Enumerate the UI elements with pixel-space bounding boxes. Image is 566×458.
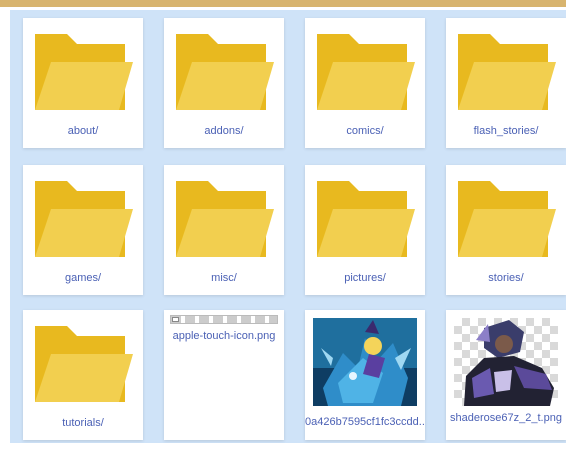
image-tile-0a426b[interactable]: 0a426b7595cf1fc3ccdd... — [305, 310, 425, 440]
image-tile-apple-touch-icon[interactable]: apple-touch-icon.png — [164, 310, 284, 440]
image-tile-shaderose[interactable]: shaderose67z_2_t.png — [446, 310, 566, 440]
tile-label: about/ — [67, 125, 99, 137]
folder-tile-addons[interactable]: addons/ — [164, 18, 284, 148]
image-placeholder-icon — [172, 317, 179, 322]
folder-tile-flash-stories[interactable]: flash_stories/ — [446, 18, 566, 148]
bottom-margin — [0, 443, 566, 458]
folder-icon — [317, 181, 415, 257]
folder-tile-about[interactable]: about/ — [23, 18, 143, 148]
folder-icon — [35, 326, 133, 402]
armored-figure-art — [464, 320, 554, 406]
tile-label: addons/ — [204, 125, 244, 137]
folder-icon — [176, 34, 274, 110]
file-grid[interactable]: about/ addons/ comics/ flash_stories/ ga… — [10, 10, 566, 443]
dragon-rider-thumbnail — [313, 318, 417, 406]
broken-image-icon — [170, 315, 278, 324]
tile-label: stories/ — [488, 272, 524, 284]
folder-icon — [35, 34, 133, 110]
folder-tile-pictures[interactable]: pictures/ — [305, 165, 425, 295]
folder-icon — [35, 181, 133, 257]
tile-label: tutorials/ — [62, 417, 104, 429]
tile-label: pictures/ — [344, 272, 386, 284]
folder-tile-tutorials[interactable]: tutorials/ — [23, 310, 143, 440]
tile-label: apple-touch-icon.png — [172, 330, 276, 342]
tile-label: shaderose67z_2_t.png — [450, 412, 562, 424]
left-margin — [0, 10, 10, 443]
folder-icon — [458, 34, 556, 110]
tile-label: 0a426b7595cf1fc3ccdd... — [305, 416, 425, 428]
tile-label: misc/ — [211, 272, 237, 284]
folder-tile-misc[interactable]: misc/ — [164, 165, 284, 295]
folder-tile-comics[interactable]: comics/ — [305, 18, 425, 148]
folder-icon — [317, 34, 415, 110]
tile-label: games/ — [64, 272, 102, 284]
tile-label: comics/ — [346, 125, 384, 137]
folder-icon — [458, 181, 556, 257]
armored-figure-thumbnail — [454, 318, 558, 406]
folder-icon — [176, 181, 274, 257]
top-accent-bar — [0, 0, 566, 7]
folder-tile-games[interactable]: games/ — [23, 165, 143, 295]
folder-tile-stories[interactable]: stories/ — [446, 165, 566, 295]
tile-label: flash_stories/ — [473, 125, 539, 137]
